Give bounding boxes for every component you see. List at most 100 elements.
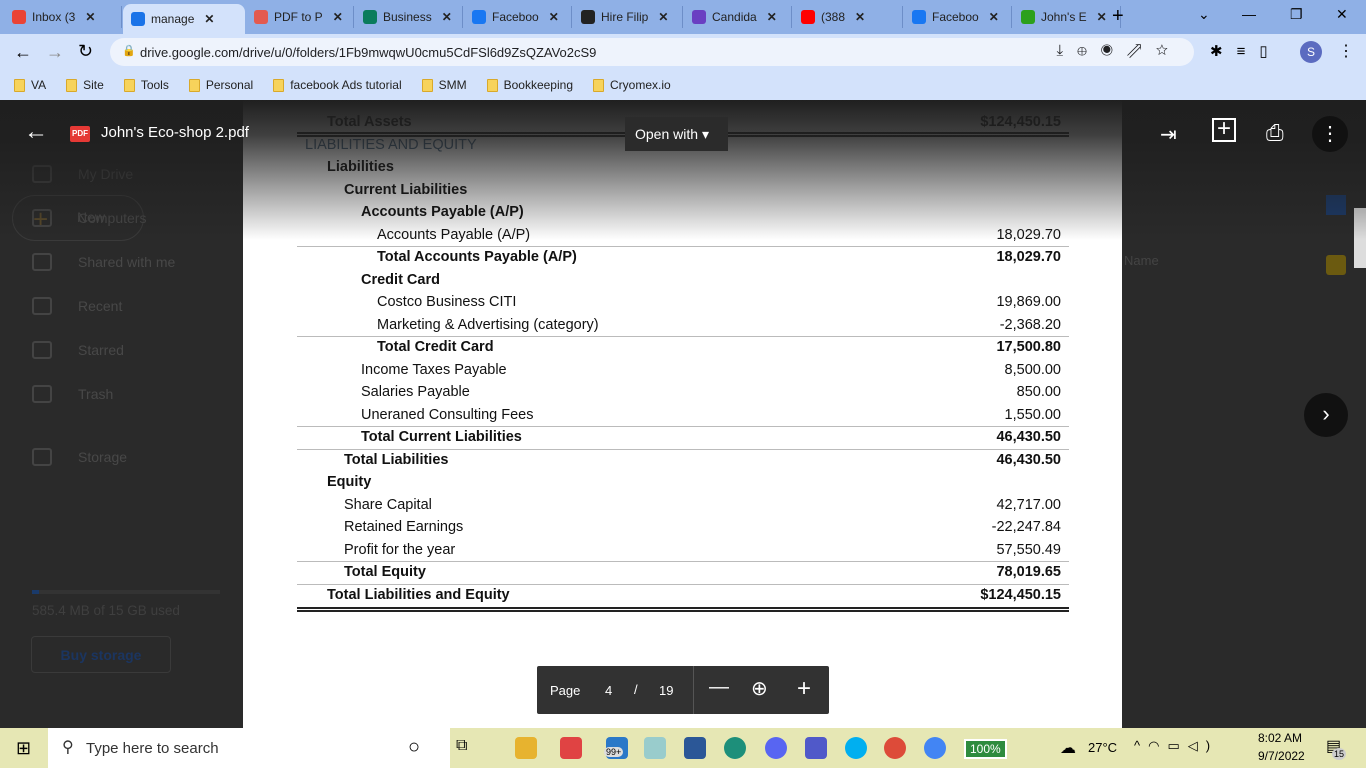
forward-icon[interactable]: → (46, 42, 64, 63)
zoom-out-icon[interactable]: — (709, 676, 729, 699)
drive-nav-item[interactable]: Storage (78, 449, 127, 465)
file-explorer-icon[interactable] (515, 737, 537, 759)
browser-tab[interactable]: Business ✕ (355, 6, 463, 28)
skype-icon[interactable] (845, 737, 867, 759)
drive-nav-item[interactable]: Recent (78, 298, 122, 314)
bookmark-item[interactable]: Tools (123, 78, 169, 92)
add-to-drive-icon[interactable]: ⇥ (1160, 122, 1177, 147)
drive-nav-icon (32, 385, 52, 403)
close-tab-icon[interactable]: ✕ (549, 10, 559, 24)
browser-tab[interactable]: (388 ✕ (793, 6, 903, 28)
edge-icon[interactable] (724, 737, 746, 759)
drive-nav-item[interactable]: My Drive (78, 166, 133, 182)
row-value: 19,869.00 (996, 294, 1061, 310)
row-value: 18,029.70 (996, 226, 1061, 243)
clock-time[interactable]: 8:02 AM (1258, 731, 1302, 745)
bookmark-item[interactable]: facebook Ads tutorial (273, 78, 402, 92)
browser-tab[interactable]: PDF to P ✕ (246, 6, 354, 28)
close-viewer-back-icon[interactable]: ← (24, 118, 48, 146)
chrome-icon[interactable] (884, 737, 906, 759)
notes-icon[interactable] (644, 737, 666, 759)
bookmark-item[interactable]: SMM (421, 78, 467, 92)
close-tab-icon[interactable]: ✕ (1097, 10, 1107, 24)
bookmark-item[interactable]: Personal (188, 78, 253, 92)
drive-nav-item[interactable]: Computers (78, 210, 146, 226)
row-label: Total Equity (344, 564, 426, 580)
close-tab-icon[interactable]: ✕ (767, 10, 777, 24)
bookmark-item[interactable]: Cryomex.io (593, 78, 671, 92)
zoom-icon[interactable]: ⊕ (751, 676, 768, 701)
table-row: Total Accounts Payable (A/P) 18,029.70 (297, 247, 1069, 267)
current-page-input[interactable]: 4 (605, 683, 612, 698)
sort-name[interactable]: Name (1124, 253, 1159, 268)
tab-bar: Inbox (3 ✕ manage ✕ PDF to P ✕ Business ✕ Facebo… (0, 0, 1366, 34)
bookmark-item[interactable]: Site (66, 78, 104, 92)
taskbar-search[interactable]: ⚲ Type here to search (48, 728, 450, 768)
browser-tab[interactable]: Hire Filip ✕ (573, 6, 683, 28)
add-shortcut-icon[interactable]: + (1212, 117, 1236, 142)
battery-indicator[interactable]: 100% (964, 739, 1007, 759)
temperature[interactable]: 27°C (1088, 740, 1117, 755)
browser-tab[interactable]: Faceboo ✕ (904, 6, 1012, 28)
print-icon[interactable]: ⎙ (1266, 120, 1284, 146)
drive-nav-item[interactable]: Starred (78, 342, 124, 358)
word-icon[interactable] (684, 737, 706, 759)
bookmark-item[interactable]: Bookkeeping (486, 78, 573, 92)
table-row: Retained Earnings -22,247.84 (297, 517, 1069, 537)
folder-icon (188, 78, 200, 92)
minimize-icon[interactable]: — (1242, 6, 1256, 22)
page-label: Page (550, 683, 581, 698)
close-tab-icon[interactable]: ✕ (204, 12, 214, 26)
drive-nav-item[interactable]: Shared with me (78, 254, 175, 270)
drive-nav-item[interactable]: Trash (78, 386, 113, 402)
more-options-icon[interactable]: ⋮ (1312, 116, 1348, 152)
system-tray-icons[interactable]: ^◠▭◁) (1134, 738, 1218, 754)
close-tab-icon[interactable]: ✕ (989, 10, 999, 24)
table-row: Current Liabilities (297, 180, 1069, 200)
close-window-icon[interactable]: ✕ (1336, 6, 1348, 23)
mail-icon[interactable]: 99+ (604, 737, 628, 759)
buy-storage-button[interactable]: Buy storage (31, 636, 171, 673)
close-tab-icon[interactable]: ✕ (658, 10, 668, 24)
discord-icon[interactable] (765, 737, 787, 759)
keep-icon[interactable] (1326, 255, 1346, 275)
extensions-icon[interactable]: ✱≡▯ (1210, 42, 1282, 60)
open-with-button[interactable]: Open with ▾ (625, 117, 728, 151)
next-file-icon[interactable]: › (1304, 393, 1348, 437)
close-tab-icon[interactable]: ✕ (855, 10, 865, 24)
chrome-profile-icon[interactable] (924, 737, 946, 759)
browser-tab[interactable]: Inbox (3 ✕ (4, 6, 122, 28)
close-tab-icon[interactable]: ✕ (333, 10, 343, 24)
new-tab-button[interactable]: + (1112, 5, 1124, 28)
profile-avatar[interactable]: S (1300, 41, 1322, 63)
weather-icon[interactable]: ☁ (1060, 738, 1076, 758)
taskbar: ⊞ ⚲ Type here to search ○ ⧉ 99+ 100% ☁ 2… (0, 728, 1366, 768)
news-icon[interactable] (560, 737, 582, 759)
calendar-icon[interactable] (1326, 195, 1346, 215)
cortana-icon[interactable]: ○ (408, 736, 420, 759)
scrollbar[interactable] (1354, 208, 1366, 268)
windows-start-icon[interactable]: ⊞ (16, 738, 31, 759)
bookmark-item[interactable]: VA (14, 78, 46, 92)
tab-favicon-icon (581, 10, 595, 24)
clock-date[interactable]: 9/7/2022 (1258, 749, 1305, 763)
restore-icon[interactable]: ❐ (1290, 6, 1303, 23)
row-value: 18,029.70 (996, 249, 1061, 265)
browser-tab[interactable]: Faceboo ✕ (464, 6, 572, 28)
browser-tab[interactable]: manage ✕ (123, 4, 245, 34)
browser-tab[interactable]: John's E ✕ (1013, 6, 1121, 28)
zoom-in-icon[interactable]: + (797, 675, 811, 703)
tab-label: John's E (1041, 10, 1087, 24)
close-tab-icon[interactable]: ✕ (85, 10, 95, 24)
tab-search-icon[interactable]: ⌄ (1198, 6, 1210, 23)
task-view-icon[interactable]: ⧉ (456, 737, 467, 755)
address-bar[interactable]: 🔒 drive.google.com/drive/u/0/folders/1Fb… (110, 38, 1194, 66)
close-tab-icon[interactable]: ✕ (442, 10, 452, 24)
reload-icon[interactable]: ↻ (78, 41, 93, 62)
back-icon[interactable]: ← (14, 42, 32, 63)
teams-icon[interactable] (805, 737, 827, 759)
browser-toolbar: ← → ↻ 🔒 drive.google.com/drive/u/0/folde… (0, 34, 1366, 70)
browser-tab[interactable]: Candida ✕ (684, 6, 792, 28)
menu-icon[interactable]: ⋮ (1338, 41, 1354, 61)
star-icon[interactable]: ⤓⊕◉⇗☆ (1056, 42, 1182, 59)
